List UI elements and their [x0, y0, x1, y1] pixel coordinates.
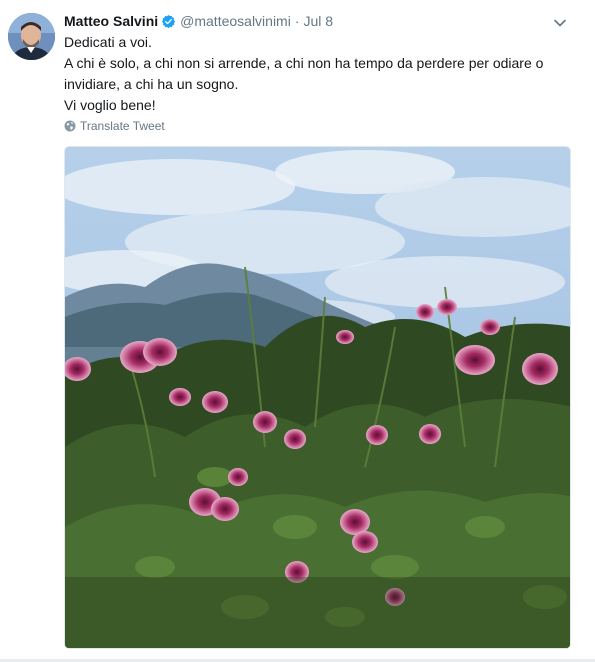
tweet-text-line: Dedicati a voi. [64, 34, 152, 50]
header-separator: · [294, 13, 300, 29]
globe-icon [64, 120, 76, 132]
tweet-text-line: Vi voglio bene! [64, 97, 156, 113]
translate-tweet-link[interactable]: Translate Tweet [64, 119, 165, 133]
author-handle[interactable]: @matteosalvinimi [180, 13, 291, 29]
avatar-image [8, 13, 55, 60]
chevron-down-icon[interactable] [551, 14, 569, 32]
author-name[interactable]: Matteo Salvini [64, 13, 158, 29]
tweet-photo[interactable] [64, 146, 571, 649]
tweet-card[interactable]: Matteo Salvini @matteosalvinimi · Jul 8 … [0, 0, 595, 662]
translate-tweet-label[interactable]: Translate Tweet [80, 119, 165, 133]
tweet-timestamp[interactable]: Jul 8 [304, 13, 334, 29]
tweet-text-line: A chi è solo, a chi non si arrende, a ch… [64, 55, 544, 92]
author-avatar[interactable] [8, 13, 55, 60]
tweet-text: Dedicati a voi. A chi è solo, a chi non … [64, 32, 564, 116]
verified-badge-icon [162, 14, 176, 28]
flowers-photo [65, 147, 570, 648]
tweet-header: Matteo Salvini @matteosalvinimi · Jul 8 [64, 11, 333, 31]
